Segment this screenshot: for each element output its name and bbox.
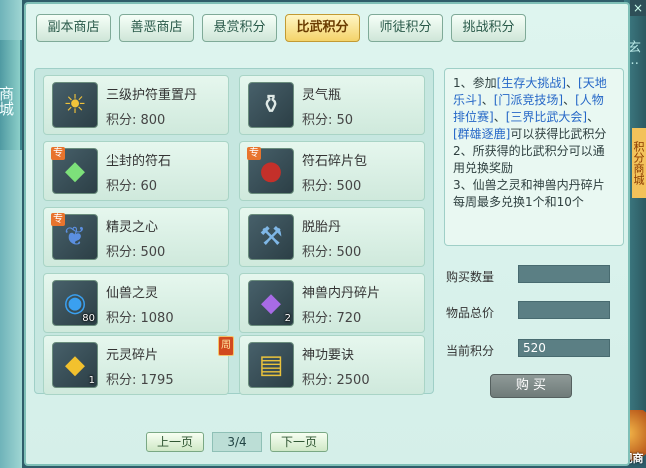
link-sect-arena[interactable]: [门派竞技场] xyxy=(494,93,563,107)
item-points: 积分: 800 xyxy=(106,113,166,128)
item-name: 三级护符重置丹 xyxy=(106,88,198,103)
rules-description: 1、参加[生存大挑战]、[天地乐斗]、[门派竞技场]、[人物排位赛]、[三界比武… xyxy=(444,68,624,246)
crystal-icon-glyph: ◆ xyxy=(261,288,281,318)
shop-item[interactable]: ◆ 2 神兽内丹碎片 积分: 720 xyxy=(239,273,425,333)
rule-1-sep: 、 xyxy=(563,93,576,107)
rule-1-end: 可以获得比武积分 xyxy=(510,127,607,141)
weekly-limit-tag: 周 xyxy=(218,336,234,356)
item-points: 积分: 50 xyxy=(302,113,354,128)
pagination: 上一页 3/4 下一页 xyxy=(146,432,329,452)
item-points: 积分: 60 xyxy=(106,179,158,194)
rule-1-sep: 、 xyxy=(481,93,494,107)
orb-icon[interactable]: ◉ 80 xyxy=(52,280,98,326)
shop-item[interactable]: ☀ 三级护符重置丹 积分: 800 xyxy=(43,75,229,135)
shop-item[interactable]: ◉ 80 仙兽之灵积分: 1080 xyxy=(43,273,229,333)
link-heroes-contest[interactable]: [群雄逐鹿] xyxy=(453,127,510,141)
rule-2-text: 2、所获得的比武积分可以通用兑换奖励 xyxy=(453,144,605,175)
item-points: 积分: 1080 xyxy=(106,311,174,326)
shop-side-tab[interactable]: 商城 xyxy=(0,40,22,150)
current-points-value: 520 xyxy=(518,339,610,357)
heart-icon-glyph: ❦ xyxy=(64,222,86,252)
tab-challenge-points[interactable]: 挑战积分 xyxy=(451,14,526,42)
link-three-realms-duel[interactable]: [三界比武大会] xyxy=(506,110,587,124)
heart-icon[interactable]: ❦ 专 xyxy=(51,213,98,260)
book-icon-glyph: ▤ xyxy=(258,350,284,380)
item-name: 神功要诀 xyxy=(302,348,355,363)
item-points: 积分: 1795 xyxy=(106,373,174,388)
item-name: 仙兽之灵 xyxy=(106,286,159,301)
book-icon[interactable]: ▤ xyxy=(248,342,294,388)
exclusive-badge: 专 xyxy=(51,147,65,160)
shop-item[interactable]: ⚒ 脱胎丹积分: 500 xyxy=(239,207,425,267)
rule-3-text: 3、仙兽之灵和神兽内丹碎片每周最多兑换1个和10个 xyxy=(453,178,605,209)
shard-icon-glyph: ◆ xyxy=(65,350,85,380)
shop-item[interactable]: ⚱ 灵气瓶积分: 50 xyxy=(239,75,425,135)
shop-panel: 副本商店 善恶商店 悬赏积分 比武积分 师徒积分 挑战积分 ☀ 三级护符重置丹 积分… xyxy=(24,2,630,466)
item-name: 符石碎片包 xyxy=(302,154,368,169)
item-grid: ☀ 三级护符重置丹 积分: 800 ⚱ 灵气瓶 积分: 50 ◆ 专尘封的符石 积分: 60 ● 专… xyxy=(34,68,434,395)
tab-dungeon-shop[interactable]: 副本商店 xyxy=(36,14,111,42)
shop-item[interactable]: ▤ 神功要诀积分: 2500 xyxy=(239,335,425,395)
shop-item[interactable]: ❦ 专精灵之心 积分: 500 xyxy=(43,207,229,267)
item-stack-count: 1 xyxy=(88,375,95,386)
item-name: 灵气瓶 xyxy=(302,88,342,103)
total-price-label: 物品总价 xyxy=(446,306,495,320)
shard-icon[interactable]: ◆ 1 xyxy=(52,342,98,388)
close-button[interactable]: × xyxy=(630,0,646,16)
current-points-label: 当前积分 xyxy=(446,344,495,358)
item-name: 脱胎丹 xyxy=(302,220,342,235)
page-indicator: 3/4 xyxy=(212,432,263,452)
shop-tabs: 副本商店 善恶商店 悬赏积分 比武积分 师徒积分 挑战积分 xyxy=(36,14,526,42)
points-shop-side-tab[interactable]: 积分商城 xyxy=(632,128,646,198)
hammer-icon[interactable]: ⚒ xyxy=(248,214,294,260)
item-points: 积分: 500 xyxy=(106,245,166,260)
shop-item[interactable]: ◆ 专尘封的符石 积分: 60 xyxy=(43,141,229,201)
item-name: 尘封的符石 xyxy=(106,154,172,169)
amulet-icon-glyph: ☀ xyxy=(63,90,87,120)
link-survival-challenge[interactable]: [生存大挑战] xyxy=(497,76,566,90)
item-stack-count: 2 xyxy=(284,313,291,324)
item-stack-count: 80 xyxy=(82,313,95,324)
rule-1-sep: 、 xyxy=(566,76,579,90)
exclusive-badge: 专 xyxy=(51,213,65,226)
gem-icon-glyph: ◆ xyxy=(65,156,85,186)
item-name: 神兽内丹碎片 xyxy=(302,286,381,301)
tab-mentor-points[interactable]: 师徒积分 xyxy=(368,14,443,42)
vase-icon-glyph: ⚱ xyxy=(260,90,282,120)
next-page-button[interactable]: 下一页 xyxy=(270,432,329,452)
tab-duel-points[interactable]: 比武积分 xyxy=(285,14,360,42)
total-price-value xyxy=(518,301,610,319)
buy-button[interactable]: 购 买 xyxy=(490,374,572,398)
vase-icon[interactable]: ⚱ xyxy=(248,82,294,128)
pouch-icon[interactable]: ● 专 xyxy=(247,147,294,194)
item-points: 积分: 500 xyxy=(302,179,362,194)
rule-1-text: 1、参加 xyxy=(453,76,497,90)
shop-item[interactable]: ◆ 1 元灵碎片积分: 1795 周 xyxy=(43,335,234,395)
tab-karma-shop[interactable]: 善恶商店 xyxy=(119,14,194,42)
amulet-icon[interactable]: ☀ xyxy=(52,82,98,128)
item-name: 精灵之心 xyxy=(106,220,159,235)
hammer-icon-glyph: ⚒ xyxy=(259,222,283,252)
pouch-icon-glyph: ● xyxy=(259,156,283,186)
rule-1-sep: 、 xyxy=(587,110,600,124)
shop-item[interactable]: ● 专符石碎片包 积分: 500 xyxy=(239,141,425,201)
item-points: 积分: 500 xyxy=(302,245,362,260)
tab-bounty-points[interactable]: 悬赏积分 xyxy=(202,14,277,42)
crystal-icon[interactable]: ◆ 2 xyxy=(248,280,294,326)
gem-icon[interactable]: ◆ 专 xyxy=(51,147,98,194)
exclusive-badge: 专 xyxy=(247,147,261,160)
item-points: 积分: 2500 xyxy=(302,373,370,388)
rule-1-sep: 、 xyxy=(493,110,506,124)
item-name: 元灵碎片 xyxy=(106,348,159,363)
quantity-label: 购买数量 xyxy=(446,270,495,284)
prev-page-button[interactable]: 上一页 xyxy=(146,432,205,452)
quantity-input[interactable] xyxy=(518,265,610,283)
item-points: 积分: 720 xyxy=(302,311,362,326)
